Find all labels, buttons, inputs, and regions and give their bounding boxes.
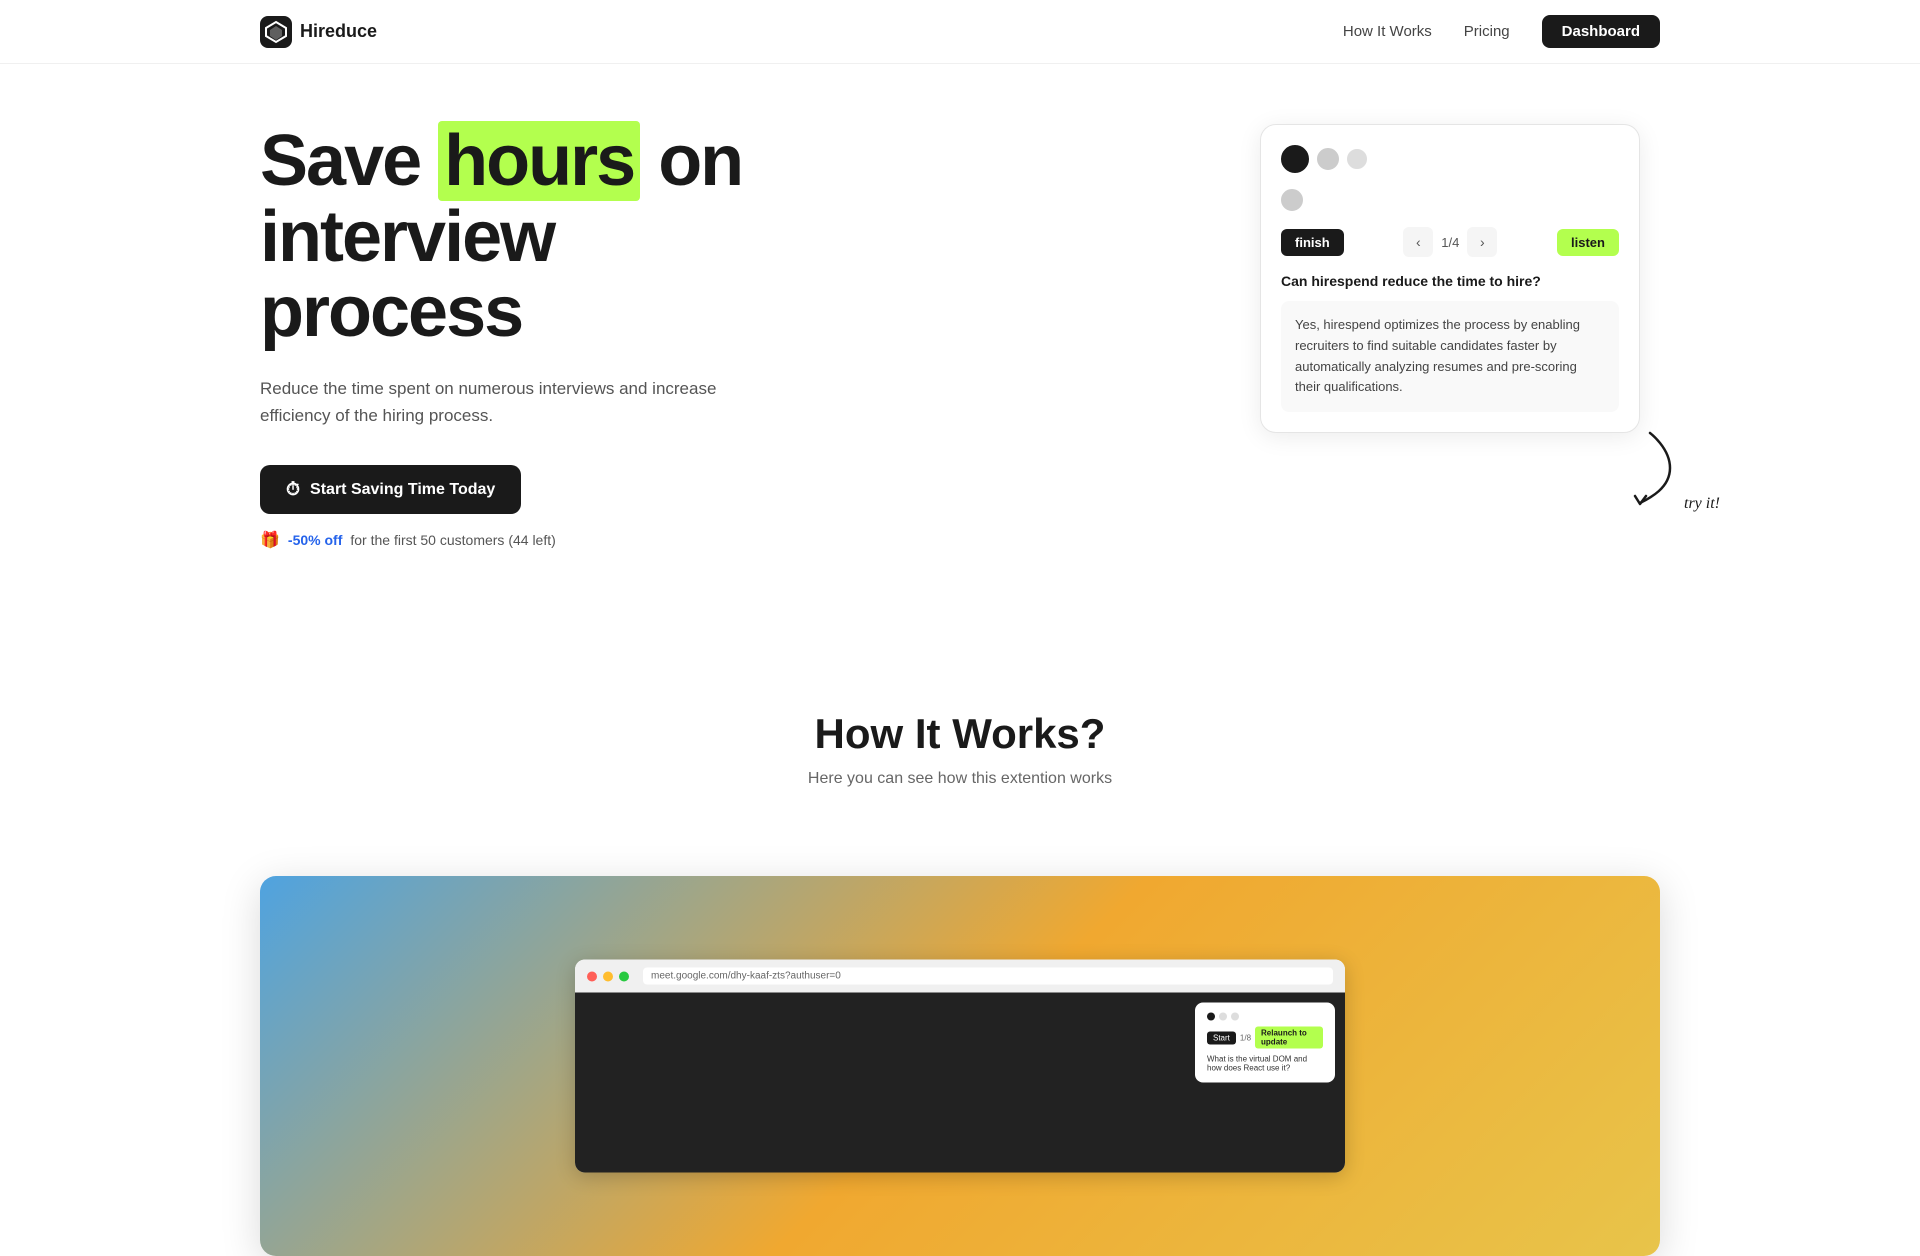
nav-arrows: ‹ 1/4 › <box>1403 227 1497 257</box>
overlay-page-num: 1/8 <box>1240 1033 1251 1042</box>
browser-url-bar[interactable]: meet.google.com/dhy-kaaf-zts?authuser=0 <box>643 968 1333 985</box>
video-container: meet.google.com/dhy-kaaf-zts?authuser=0 … <box>260 876 1660 1256</box>
dot-red <box>587 971 597 981</box>
dot-yellow <box>603 971 613 981</box>
nav-how-it-works[interactable]: How It Works <box>1343 23 1432 40</box>
hero-left: Save hours oninterviewprocess Reduce the… <box>260 124 742 550</box>
how-it-works-section: How It Works? Here you can see how this … <box>0 630 1920 876</box>
hero-title-save: Save <box>260 121 438 201</box>
try-it-label: try it! <box>1684 495 1720 512</box>
card-circles-row1 <box>1281 145 1619 173</box>
listen-button[interactable]: listen <box>1557 229 1619 256</box>
page-indicator: 1/4 <box>1441 235 1459 250</box>
overlay-start-btn[interactable]: Start <box>1207 1031 1236 1044</box>
hero-subtitle: Reduce the time spent on numerous interv… <box>260 375 740 429</box>
qa-answer: Yes, hirespend optimizes the process by … <box>1281 301 1619 412</box>
overlay-dots-row <box>1207 1013 1323 1021</box>
hero-title-highlight: hours <box>438 121 640 201</box>
overlay-dot-3 <box>1231 1013 1239 1021</box>
discount-row: 🎁 -50% off for the first 50 customers (4… <box>260 530 742 550</box>
circle-medium <box>1317 148 1339 170</box>
navbar: Hireduce How It Works Pricing Dashboard <box>0 0 1920 64</box>
section-title: How It Works? <box>260 710 1660 758</box>
circle-row2-item <box>1281 189 1303 211</box>
cta-button[interactable]: ⏱ Start Saving Time Today <box>260 465 521 514</box>
browser-overlay-panel: Start 1/8 Relaunch to update What is the… <box>1195 1003 1335 1083</box>
overlay-dot-1 <box>1207 1013 1215 1021</box>
url-text: meet.google.com/dhy-kaaf-zts?authuser=0 <box>651 971 841 982</box>
nav-dashboard-button[interactable]: Dashboard <box>1542 15 1660 48</box>
clock-icon: ⏱ <box>286 479 300 500</box>
cta-label: Start Saving Time Today <box>310 481 495 499</box>
try-it-arrow-icon <box>1620 428 1680 508</box>
nav-pricing[interactable]: Pricing <box>1464 23 1510 40</box>
card-circles-row2 <box>1281 189 1619 211</box>
qa-card: finish ‹ 1/4 › listen Can hirespend redu… <box>1260 124 1640 433</box>
logo-text: Hireduce <box>300 21 377 42</box>
try-it-area: try it! <box>1620 428 1720 513</box>
overlay-nav-row: Start 1/8 Relaunch to update <box>1207 1027 1323 1049</box>
nav-logo[interactable]: Hireduce <box>260 16 377 48</box>
logo-icon <box>260 16 292 48</box>
card-nav-row: finish ‹ 1/4 › listen <box>1281 227 1619 257</box>
dot-green <box>619 971 629 981</box>
section-subtitle: Here you can see how this extention work… <box>260 770 1660 788</box>
hero-section: Save hours oninterviewprocess Reduce the… <box>0 64 1920 630</box>
overlay-green-btn[interactable]: Relaunch to update <box>1255 1027 1323 1049</box>
prev-arrow[interactable]: ‹ <box>1403 227 1433 257</box>
nav-links: How It Works Pricing Dashboard <box>1343 15 1660 48</box>
overlay-dot-2 <box>1219 1013 1227 1021</box>
page-current: 1 <box>1441 235 1448 250</box>
discount-suffix: for the first 50 customers (44 left) <box>350 532 555 548</box>
finish-button[interactable]: finish <box>1281 229 1344 256</box>
circle-light <box>1347 149 1367 169</box>
next-arrow[interactable]: › <box>1467 227 1497 257</box>
gift-icon: 🎁 <box>260 530 280 550</box>
hero-right: finish ‹ 1/4 › listen Can hirespend redu… <box>1260 124 1660 433</box>
browser-content: Start 1/8 Relaunch to update What is the… <box>575 993 1345 1173</box>
browser-bar: meet.google.com/dhy-kaaf-zts?authuser=0 <box>575 960 1345 993</box>
overlay-question-text: What is the virtual DOM and how does Rea… <box>1207 1055 1323 1073</box>
browser-window: meet.google.com/dhy-kaaf-zts?authuser=0 … <box>575 960 1345 1173</box>
hero-title: Save hours oninterviewprocess <box>260 124 742 351</box>
qa-question: Can hirespend reduce the time to hire? <box>1281 273 1619 289</box>
discount-amount: -50% off <box>288 532 342 548</box>
page-total: 4 <box>1452 235 1459 250</box>
circle-dark <box>1281 145 1309 173</box>
